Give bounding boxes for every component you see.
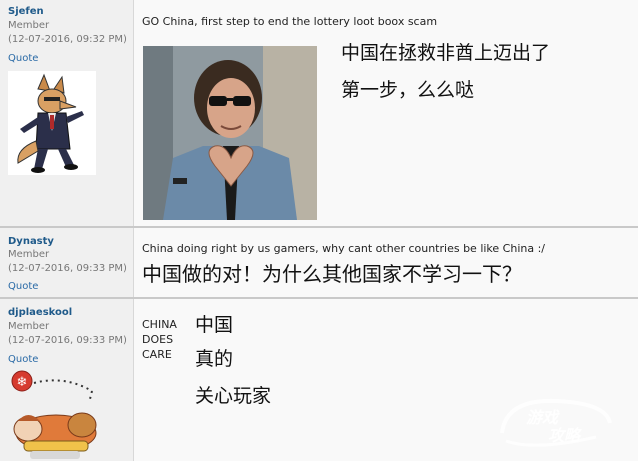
username[interactable]: Dynasty [8,236,54,247]
site-watermark-logo-icon: 游戏 攻略 [496,393,616,451]
fox-avatar-icon [8,71,96,175]
svg-text:❄: ❄ [17,375,28,390]
post-date: (12-07-2016, 09:33 PM) [8,335,127,346]
sleeping-character-avatar-icon: ❄ [8,369,104,461]
man-heart-hands-photo-icon [143,46,317,220]
post-text-line-3: CARE [142,348,172,361]
quote-link[interactable]: Quote [8,281,38,292]
post-text: GO China, first step to end the lottery … [142,15,438,28]
svg-text:游戏: 游戏 [526,408,560,427]
post-date: (12-07-2016, 09:33 PM) [8,263,127,274]
post-date: (12-07-2016, 09:32 PM) [8,34,127,45]
post-1: Sjefen Member (12-07-2016, 09:32 PM) Quo… [0,0,638,226]
post-text: China doing right by us gamers, why cant… [142,242,546,255]
post-1-content: GO China, first step to end the lottery … [134,0,638,226]
translation-line-3: 关心玩家 [195,385,272,407]
user-role: Member [8,321,50,332]
quote-link[interactable]: Quote [8,53,38,64]
translation-line-1: 中国 [195,314,234,336]
post-2-author-panel: Dynasty Member (12-07-2016, 09:33 PM) Qu… [0,228,134,297]
post-1-author-panel: Sjefen Member (12-07-2016, 09:32 PM) Quo… [0,0,134,226]
post-2: Dynasty Member (12-07-2016, 09:33 PM) Qu… [0,228,638,297]
post-text-line-2: DOES [142,333,174,346]
svg-text:攻略: 攻略 [548,426,582,445]
post-3-author-panel: djplaeskool Member (12-07-2016, 09:33 PM… [0,299,134,461]
translation-line-2: 真的 [195,348,234,370]
translation-line-2: 第一步，么么哒 [341,79,475,101]
user-role: Member [8,20,50,31]
username[interactable]: djplaeskool [8,307,72,318]
username[interactable]: Sjefen [8,6,44,17]
post-2-content: China doing right by us gamers, why cant… [134,228,638,297]
quote-link[interactable]: Quote [8,354,38,365]
translation-line-1: 中国在拯救非酋上迈出了 [341,42,551,64]
translation-line: 中国做的对！为什么其他国家不学习一下？ [142,262,522,286]
post-text-line-1: CHINA [142,318,177,331]
user-role: Member [8,249,50,260]
